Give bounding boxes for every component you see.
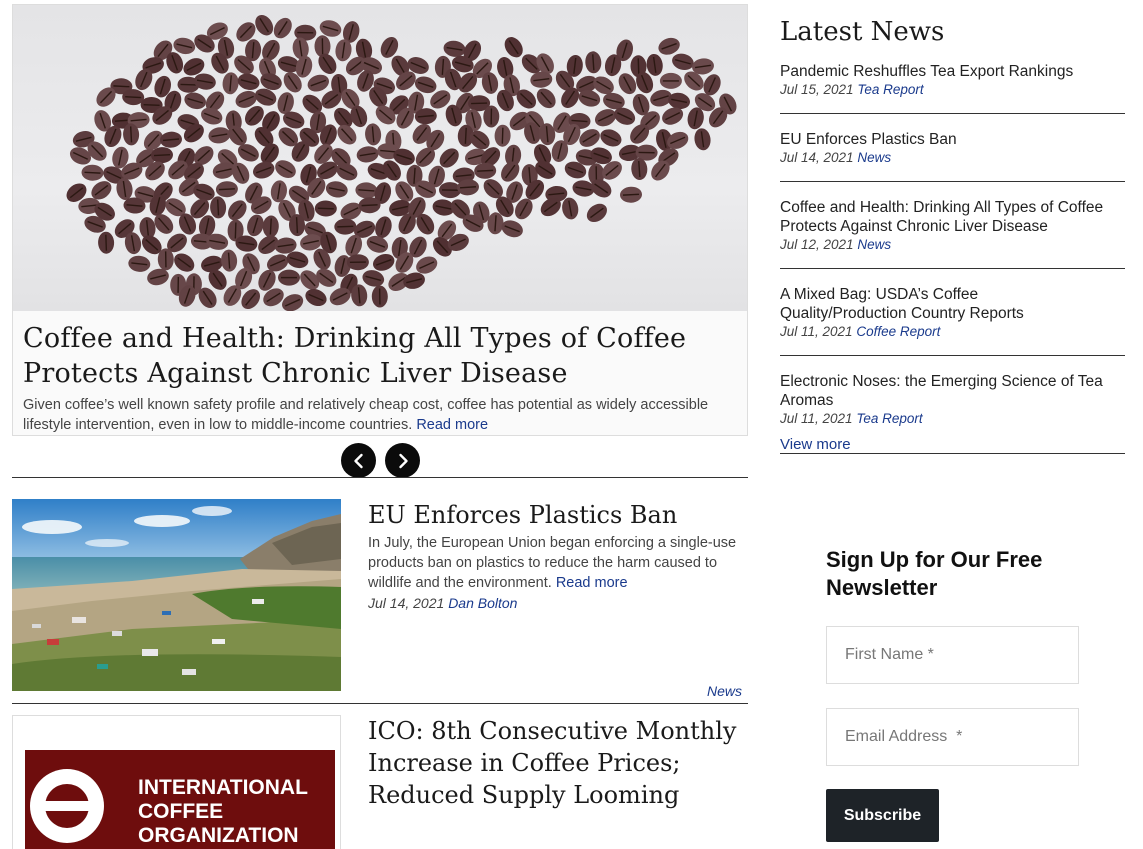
coffee-bean-crease (153, 153, 171, 157)
coffee-bean-crease (125, 95, 142, 99)
hero-image[interactable] (13, 5, 747, 312)
latest-news-item: EU Enforces Plastics Ban Jul 14, 2021 Ne… (780, 130, 1125, 182)
hero-slide[interactable]: Coffee and Health: Drinking All Types of… (12, 4, 748, 436)
latest-news-category-link[interactable]: Tea Report (857, 82, 923, 97)
divider (12, 703, 748, 704)
article-title[interactable]: EU Enforces Plastics Ban (368, 499, 748, 531)
hero-summary-text: Given coffee’s well known safety profile… (23, 397, 709, 433)
chevron-right-icon (398, 453, 408, 468)
article-summary-text: In July, the European Union began enforc… (368, 535, 737, 591)
latest-news-title[interactable]: Electronic Noses: the Emerging Science o… (780, 373, 1103, 409)
hero-read-more-link[interactable]: Read more (416, 417, 488, 433)
latest-news-heading: Latest News (780, 17, 945, 47)
coffee-bean-crease (143, 104, 160, 106)
latest-news-meta: Jul 15, 2021 Tea Report (780, 82, 1125, 97)
coffee-bean-crease (269, 218, 272, 235)
coffee-bean-crease (337, 225, 354, 228)
article-author-link[interactable]: Dan Bolton (448, 595, 517, 611)
hero-title[interactable]: Coffee and Health: Drinking All Types of… (23, 321, 739, 391)
article-meta: Jul 14, 2021 Dan Bolton (368, 595, 748, 611)
article-card: EU Enforces Plastics Ban In July, the Eu… (12, 499, 748, 703)
chevron-left-icon (353, 453, 363, 468)
coffee-bean-crease (501, 127, 504, 144)
email-field[interactable] (826, 708, 1079, 766)
latest-news-item: Pandemic Reshuffles Tea Export Rankings … (780, 62, 1125, 114)
latest-news-meta: Jul 14, 2021 News (780, 150, 1125, 165)
article-body: ICO: 8th Consecutive Monthly Increase in… (368, 715, 748, 811)
coffee-bean-crease (622, 193, 640, 196)
carousel-next-button[interactable] (385, 443, 420, 478)
first-name-field[interactable] (826, 626, 1079, 684)
coffee-bean-crease (317, 207, 334, 210)
latest-news-date: Jul 14, 2021 (780, 150, 854, 165)
article-summary: In July, the European Union began enforc… (368, 533, 748, 593)
latest-news-category-link[interactable]: News (857, 237, 891, 252)
ico-logo-line: ORGANIZATION (138, 824, 299, 847)
coffee-bean-crease (218, 188, 235, 191)
latest-news-meta: Jul 11, 2021 Coffee Report (780, 324, 1125, 339)
coffee-bean-crease (84, 171, 101, 174)
latest-news-category-link[interactable]: News (857, 150, 891, 165)
latest-news-item: A Mixed Bag: USDA’s Coffee Quality/Produ… (780, 285, 1125, 356)
latest-news-item: Coffee and Health: Drinking All Types of… (780, 198, 1125, 269)
latest-news-meta: Jul 11, 2021 Tea Report (780, 411, 1125, 426)
beach-plastic-image (12, 499, 341, 691)
newsletter-signup: Sign Up for Our Free Newsletter Subscrib… (826, 546, 1086, 842)
ico-logo-line: INTERNATIONAL (138, 776, 308, 799)
carousel-prev-button[interactable] (341, 443, 376, 478)
coffee-bean-crease (637, 58, 640, 75)
article-thumbnail-beach[interactable] (12, 499, 341, 691)
latest-news-category-link[interactable]: Tea Report (856, 411, 922, 426)
latest-news-date: Jul 11, 2021 (780, 411, 853, 426)
latest-news-item: Electronic Noses: the Emerging Science o… (780, 372, 1125, 426)
article-card: INTERNATIONAL COFFEE ORGANIZATION ICO: 8… (12, 715, 748, 849)
latest-news-meta: Jul 12, 2021 News (780, 237, 1125, 252)
carousel-nav (341, 443, 421, 478)
latest-news-date: Jul 15, 2021 (780, 82, 854, 97)
latest-news-title[interactable]: EU Enforces Plastics Ban (780, 131, 957, 148)
divider (12, 477, 748, 478)
subscribe-button[interactable]: Subscribe (826, 789, 939, 842)
view-more-link[interactable]: View more (780, 436, 1125, 454)
coffee-bean-crease (477, 169, 494, 172)
latest-news-sidebar: Latest News Pandemic Reshuffles Tea Expo… (780, 14, 1125, 454)
coffee-bean-crease (295, 217, 299, 234)
newsletter-heading: Sign Up for Our Free Newsletter (826, 547, 1043, 600)
coffee-bean-crease (471, 102, 488, 105)
coffee-bean-crease (180, 83, 197, 86)
hero-caption: Coffee and Health: Drinking All Types of… (13, 311, 747, 435)
article-body: EU Enforces Plastics Ban In July, the Eu… (368, 499, 748, 611)
article-date: Jul 14, 2021 (368, 595, 445, 611)
coffee-bean-crease (234, 222, 237, 239)
latest-news-title[interactable]: Coffee and Health: Drinking All Types of… (780, 199, 1103, 235)
article-category-link[interactable]: News (707, 683, 742, 699)
coffee-bean-crease (129, 126, 133, 143)
coffee-bean-crease (113, 85, 130, 88)
article-thumbnail-ico[interactable]: INTERNATIONAL COFFEE ORGANIZATION (12, 715, 341, 849)
latest-news-category-link[interactable]: Coffee Report (856, 324, 940, 339)
coffee-beans-image (66, 14, 737, 312)
latest-news-date: Jul 11, 2021 (780, 324, 853, 339)
latest-news-title[interactable]: A Mixed Bag: USDA’s Coffee Quality/Produ… (780, 285, 1060, 323)
coffee-bean-crease (105, 234, 108, 251)
article-title[interactable]: ICO: 8th Consecutive Monthly Increase in… (368, 715, 748, 811)
coffee-bean-crease (361, 204, 378, 207)
latest-news-title[interactable]: Pandemic Reshuffles Tea Export Rankings (780, 63, 1073, 80)
ico-logo-line: COFFEE (138, 800, 224, 823)
ico-logo-text: INTERNATIONAL COFFEE ORGANIZATION (138, 776, 308, 848)
coffee-bean-crease (216, 199, 220, 216)
coffee-bean-crease (464, 127, 467, 144)
hero-summary: Given coffee’s well known safety profile… (23, 395, 739, 435)
article-read-more-link[interactable]: Read more (556, 575, 628, 591)
latest-news-date: Jul 12, 2021 (780, 237, 854, 252)
